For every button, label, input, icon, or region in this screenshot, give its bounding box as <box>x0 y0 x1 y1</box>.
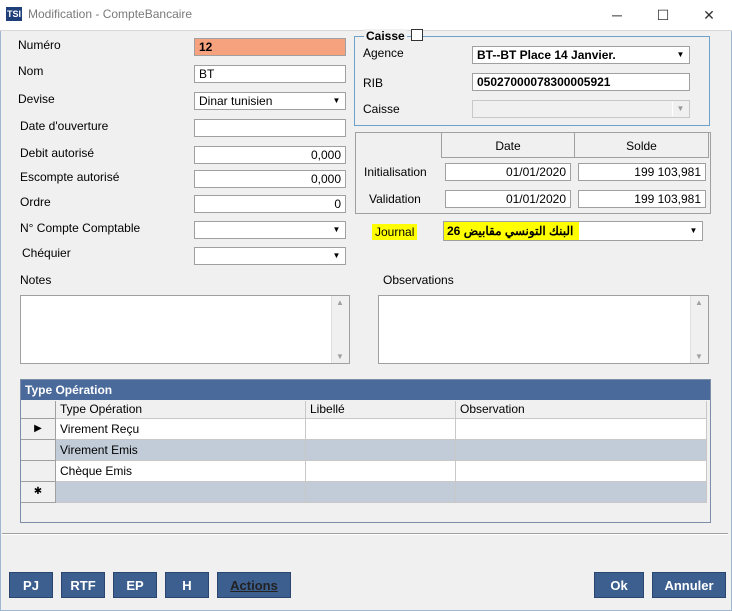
debit-label: Debit autorisé <box>20 146 95 160</box>
chevron-down-icon[interactable]: ▼ <box>328 94 344 108</box>
maximize-button[interactable]: ☐ <box>640 0 686 30</box>
type-cell[interactable]: Chèque Emis <box>56 461 306 482</box>
chevron-down-icon[interactable]: ▼ <box>328 223 344 237</box>
rib-label: RIB <box>363 76 384 90</box>
observations-label: Observations <box>383 273 454 287</box>
scroll-down-icon[interactable]: ▼ <box>695 352 703 361</box>
devise-label: Devise <box>18 92 55 106</box>
chevron-down-icon[interactable]: ▼ <box>672 48 688 62</box>
agence-label: Agence <box>363 46 404 60</box>
ep-button[interactable]: EP <box>113 572 157 598</box>
column-header-libelle[interactable]: Libellé <box>306 401 456 419</box>
escompte-field[interactable]: 0,000 <box>194 170 346 188</box>
actions-button[interactable]: Actions <box>217 572 291 598</box>
observation-cell[interactable] <box>456 419 707 440</box>
validation-date-field[interactable]: 01/01/2020 <box>445 190 571 208</box>
footer-separator <box>2 533 728 535</box>
observations-textarea[interactable]: ▲ ▼ <box>378 295 709 364</box>
pj-button[interactable]: PJ <box>9 572 53 598</box>
title-bar: TSI Modification - CompteBancaire ─ ☐ ✕ <box>0 0 732 31</box>
close-button[interactable]: ✕ <box>686 0 732 30</box>
notes-label: Notes <box>20 273 52 287</box>
date-column-header: Date <box>441 132 575 158</box>
libelle-cell[interactable] <box>306 461 456 482</box>
caisse-checkbox[interactable] <box>411 29 423 41</box>
scroll-up-icon[interactable]: ▲ <box>695 298 703 307</box>
scroll-up-icon[interactable]: ▲ <box>336 298 344 307</box>
libelle-cell[interactable] <box>306 440 456 461</box>
row-marker <box>21 440 56 461</box>
type-cell[interactable]: Virement Emis <box>56 440 306 461</box>
column-header-observation[interactable]: Observation <box>456 401 707 419</box>
numero-label: Numéro <box>18 38 61 52</box>
column-header-type[interactable]: Type Opération <box>56 401 306 419</box>
validation-solde-field[interactable]: 199 103,981 <box>578 190 706 208</box>
type-cell[interactable]: Virement Reçu <box>56 419 306 440</box>
journal-value: 26 البنك التونسي مقابيض <box>444 222 580 240</box>
date-ouverture-field[interactable] <box>194 119 346 137</box>
table-new-row[interactable]: ✱ <box>21 482 707 503</box>
journal-select[interactable]: 26 البنك التونسي مقابيض ▼ <box>443 221 703 241</box>
date-ouverture-label: Date d'ouverture <box>20 119 109 133</box>
ordre-field[interactable]: 0 <box>194 195 346 213</box>
scroll-down-icon[interactable]: ▼ <box>336 352 344 361</box>
chevron-down-icon[interactable]: ▼ <box>685 224 701 238</box>
caisse-label: Caisse <box>363 102 400 116</box>
compte-comptable-label: N° Compte Comptable <box>20 221 141 235</box>
initialisation-label: Initialisation <box>364 165 427 179</box>
rib-field[interactable]: 05027000078300005921 <box>472 73 690 91</box>
agence-select[interactable]: BT--BT Place 14 Janvier. ▼ <box>472 46 690 64</box>
window-title: Modification - CompteBancaire <box>28 7 193 21</box>
row-marker <box>21 461 56 482</box>
numero-field[interactable]: 12 <box>194 38 346 56</box>
libelle-cell[interactable] <box>306 419 456 440</box>
agence-value: BT--BT Place 14 Janvier. <box>477 48 616 62</box>
debit-field[interactable]: 0,000 <box>194 146 346 164</box>
table-row[interactable]: Virement Emis <box>21 440 707 461</box>
observation-cell[interactable] <box>456 482 707 503</box>
ordre-label: Ordre <box>20 195 51 209</box>
solde-column-header: Solde <box>574 132 709 158</box>
current-row-marker: ▶ <box>21 419 56 440</box>
table-title: Type Opération <box>21 380 710 400</box>
initialisation-date-field[interactable]: 01/01/2020 <box>445 163 571 181</box>
type-operation-table: Type Opération Type Opération Libellé Ob… <box>20 379 711 523</box>
journal-label: Journal <box>372 224 418 240</box>
devise-value: Dinar tunisien <box>199 94 273 108</box>
table-header-row: Type Opération Libellé Observation <box>21 401 707 419</box>
caisse-legend: Caisse <box>364 29 407 43</box>
row-header-corner <box>21 401 56 419</box>
observation-cell[interactable] <box>456 461 707 482</box>
notes-scrollbar[interactable]: ▲ ▼ <box>331 296 349 363</box>
minimize-button[interactable]: ─ <box>594 0 640 30</box>
caisse-select[interactable]: ▼ <box>472 100 690 118</box>
new-row-marker: ✱ <box>21 482 56 503</box>
table-row[interactable]: ▶ Virement Reçu <box>21 419 707 440</box>
chequier-select[interactable]: ▼ <box>194 247 346 265</box>
ok-button[interactable]: Ok <box>594 572 644 598</box>
table-row[interactable]: Chèque Emis <box>21 461 707 482</box>
annuler-button[interactable]: Annuler <box>652 572 726 598</box>
escompte-label: Escompte autorisé <box>20 170 120 184</box>
observation-cell[interactable] <box>456 440 707 461</box>
chevron-down-icon[interactable]: ▼ <box>328 249 344 263</box>
nom-field[interactable]: BT <box>194 65 346 83</box>
observations-scrollbar[interactable]: ▲ ▼ <box>690 296 708 363</box>
chevron-down-icon[interactable]: ▼ <box>672 102 688 116</box>
initialisation-solde-field[interactable]: 199 103,981 <box>578 163 706 181</box>
devise-select[interactable]: Dinar tunisien ▼ <box>194 92 346 110</box>
compte-comptable-select[interactable]: ▼ <box>194 221 346 239</box>
type-cell[interactable] <box>56 482 306 503</box>
nom-label: Nom <box>18 64 44 78</box>
chequier-label: Chéquier <box>22 246 71 260</box>
notes-textarea[interactable]: ▲ ▼ <box>20 295 350 364</box>
app-icon: TSI <box>6 7 22 21</box>
rtf-button[interactable]: RTF <box>61 572 105 598</box>
libelle-cell[interactable] <box>306 482 456 503</box>
validation-label: Validation <box>369 192 421 206</box>
h-button[interactable]: H <box>165 572 209 598</box>
